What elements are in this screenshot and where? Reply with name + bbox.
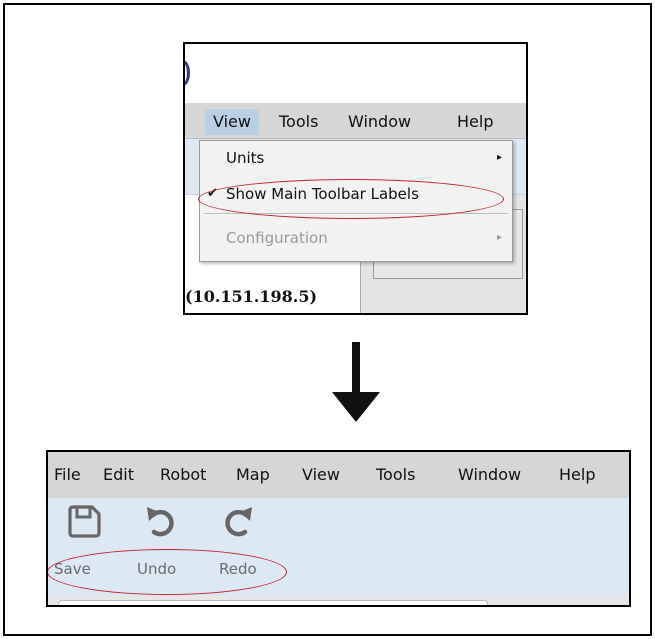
highlight-ellipse	[198, 179, 504, 219]
submenu-arrow-icon: ▸	[496, 152, 502, 163]
undo-icon[interactable]	[144, 504, 180, 540]
window-top-area	[185, 44, 526, 103]
menu-item-configuration-label: Configuration	[226, 229, 328, 247]
menubar: File Edit Robot Map View Tools Window He…	[48, 452, 629, 498]
down-arrow-icon	[332, 392, 380, 422]
menu-tools[interactable]: Tools	[376, 464, 415, 486]
menu-view[interactable]: View	[302, 464, 340, 486]
menu-item-units[interactable]: Units ▸	[200, 143, 512, 173]
highlight-ellipse	[48, 549, 287, 595]
cropped-logo-icon	[185, 60, 190, 86]
menu-window[interactable]: Window	[458, 464, 521, 486]
menu-help[interactable]: Help	[449, 109, 501, 135]
menu-help[interactable]: Help	[559, 464, 595, 486]
down-arrow-shaft	[352, 342, 360, 394]
menu-item-configuration: Configuration ▸	[200, 223, 512, 253]
view-menu-screenshot: View Tools Window Help (10.151.198.5) Un…	[183, 42, 528, 315]
menu-edit[interactable]: Edit	[103, 464, 134, 486]
robot-ip-label: (10.151.198.5)	[185, 287, 318, 306]
submenu-arrow-icon: ▸	[496, 232, 502, 243]
menu-view[interactable]: View	[205, 109, 259, 135]
menu-map[interactable]: Map	[236, 464, 270, 486]
view-dropdown-menu: Units ▸ ✔ Show Main Toolbar Labels Confi…	[198, 140, 513, 262]
menu-window[interactable]: Window	[340, 109, 419, 135]
redo-icon[interactable]	[219, 504, 255, 540]
menu-item-units-label: Units	[226, 149, 265, 167]
content-tab[interactable]	[58, 600, 488, 605]
menu-tools[interactable]: Tools	[271, 109, 326, 135]
menu-file[interactable]: File	[54, 464, 81, 486]
save-icon[interactable]	[66, 504, 102, 540]
menu-robot[interactable]: Robot	[160, 464, 206, 486]
toolbar-screenshot: File Edit Robot Map View Tools Window He…	[46, 450, 631, 607]
menubar: View Tools Window Help	[185, 103, 526, 139]
